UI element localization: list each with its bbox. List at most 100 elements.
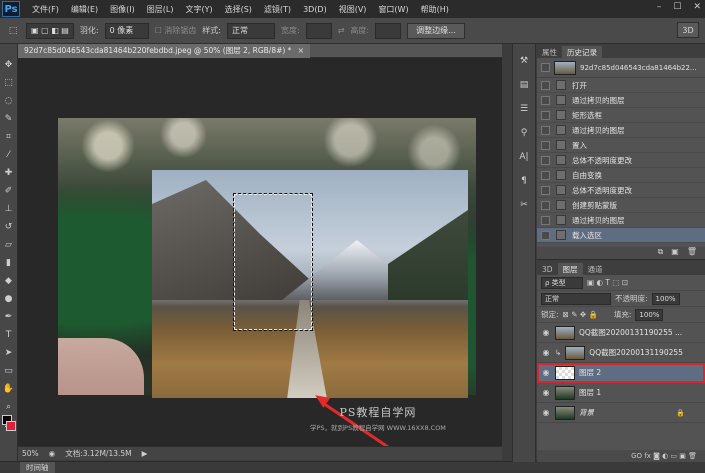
height-input[interactable]: [375, 22, 402, 39]
history-source-checkbox[interactable]: [541, 95, 550, 105]
canvas-area[interactable]: PS教程自学网 学PS，就到PS教程自学网 WWW.16XX8.COM: [18, 58, 502, 446]
maximize-button[interactable]: ☐: [673, 2, 681, 12]
fill-input[interactable]: 100%: [635, 308, 664, 321]
quick-select-tool-icon[interactable]: ✎: [2, 112, 16, 126]
new-document-from-state-icon[interactable]: ⧉: [658, 247, 664, 259]
timeline-tab[interactable]: 时间轴: [20, 462, 55, 473]
menu-edit[interactable]: 编辑(E): [65, 4, 104, 15]
menu-file[interactable]: 文件(F): [26, 4, 65, 15]
history-source-checkbox[interactable]: [541, 110, 550, 120]
history-step[interactable]: 矩形选框: [537, 108, 705, 123]
menu-window[interactable]: 窗口(W): [372, 4, 414, 15]
layer-row-selected[interactable]: ◉ 图层 2: [537, 363, 705, 383]
menu-type[interactable]: 文字(Y): [179, 4, 218, 15]
snapshot-source-checkbox[interactable]: [541, 63, 550, 72]
tab-3d[interactable]: 3D: [537, 263, 558, 275]
close-icon[interactable]: ×: [297, 46, 304, 55]
layer-row[interactable]: ◉ QQ截图20200131190255 ...: [537, 323, 705, 343]
path-select-tool-icon[interactable]: ➤: [2, 346, 16, 360]
tab-channels[interactable]: 通道: [583, 263, 608, 275]
tab-properties[interactable]: 属性: [537, 46, 562, 58]
healing-brush-tool-icon[interactable]: ✚: [2, 166, 16, 180]
history-step-active[interactable]: 载入选区: [537, 228, 705, 243]
swap-icon[interactable]: ⇄: [338, 26, 345, 35]
history-step[interactable]: 创建剪贴蒙版: [537, 198, 705, 213]
history-source-checkbox[interactable]: [541, 140, 550, 150]
lock-icons[interactable]: ⊠ ✎ ✥ 🔒: [563, 310, 598, 319]
blend-mode-select[interactable]: 正常: [541, 292, 611, 305]
history-step[interactable]: 通过拷贝的图层: [537, 123, 705, 138]
history-step[interactable]: 通过拷贝的图层: [537, 213, 705, 228]
tab-layers[interactable]: 图层: [557, 263, 583, 275]
crop-tool-icon[interactable]: ⌗: [2, 130, 16, 144]
background-color-swatch[interactable]: [6, 421, 16, 431]
layer-comps-icon[interactable]: ☰: [516, 102, 532, 116]
visibility-eye-icon[interactable]: ◉: [541, 328, 551, 337]
menu-view[interactable]: 视图(V): [333, 4, 373, 15]
antialias-checkbox[interactable]: ☐ 消除锯齿: [155, 25, 197, 36]
document-tab[interactable]: 92d7c85d046543cda81464b220febdbd.jpeg @ …: [18, 43, 311, 58]
style-select[interactable]: 正常: [227, 22, 275, 39]
menu-filter[interactable]: 滤镜(T): [258, 4, 297, 15]
eraser-tool-icon[interactable]: ▱: [2, 238, 16, 252]
gradient-tool-icon[interactable]: ▮: [2, 256, 16, 270]
blur-tool-icon[interactable]: ◆: [2, 274, 16, 288]
brushes-icon[interactable]: ⚲: [516, 126, 532, 140]
history-step[interactable]: 置入: [537, 138, 705, 153]
clone-stamp-tool-icon[interactable]: ⊥: [2, 202, 16, 216]
selection-mode-icon[interactable]: ▣ ▢ ◧ ▤: [26, 22, 74, 39]
history-source-checkbox[interactable]: [541, 215, 550, 225]
feather-input[interactable]: 0 像素: [104, 22, 149, 39]
refine-edge-button[interactable]: 调整边缘...: [407, 22, 465, 39]
move-tool-icon[interactable]: ✥: [2, 58, 16, 72]
menu-help[interactable]: 帮助(H): [415, 4, 455, 15]
paragraph-icon[interactable]: ¶: [516, 174, 532, 188]
history-step[interactable]: 总体不透明度更改: [537, 183, 705, 198]
history-icon[interactable]: ▤: [516, 78, 532, 92]
dodge-tool-icon[interactable]: ●: [2, 292, 16, 306]
tools-icon[interactable]: ✂: [516, 198, 532, 212]
hand-tool-icon[interactable]: ✋: [2, 382, 16, 396]
marquee-tool-icon[interactable]: ⬚: [2, 76, 16, 90]
history-source-checkbox[interactable]: [541, 80, 550, 90]
minimize-button[interactable]: –: [657, 2, 662, 12]
zoom-tool-icon[interactable]: ⌕: [2, 400, 16, 414]
shape-tool-icon[interactable]: ▭: [2, 364, 16, 378]
marquee-tool-preset-icon[interactable]: ⬚: [6, 24, 20, 38]
menu-3d[interactable]: 3D(D): [297, 5, 333, 14]
history-source-checkbox[interactable]: [541, 125, 550, 135]
selection-marquee[interactable]: [233, 193, 313, 331]
visibility-eye-icon[interactable]: ◉: [541, 368, 551, 377]
history-step[interactable]: 通过拷贝的图层: [537, 93, 705, 108]
layer-row[interactable]: ◉ ↳ QQ截图20200131190255: [537, 343, 705, 363]
tool-presets-icon[interactable]: ⚒: [516, 54, 532, 68]
delete-state-icon[interactable]: 🗑: [687, 247, 697, 259]
pen-tool-icon[interactable]: ✒: [2, 310, 16, 324]
brush-tool-icon[interactable]: ✐: [2, 184, 16, 198]
history-brush-tool-icon[interactable]: ↺: [2, 220, 16, 234]
tab-history[interactable]: 历史记录: [562, 46, 602, 58]
visibility-eye-icon[interactable]: ◉: [541, 408, 551, 417]
menu-image[interactable]: 图像(I): [104, 4, 141, 15]
status-arrow-icon[interactable]: ▶: [142, 449, 148, 458]
history-snapshot[interactable]: 92d7c85d046543cda81464b22...: [537, 58, 705, 78]
status-icon[interactable]: ◉: [49, 449, 56, 458]
character-icon[interactable]: A|: [516, 150, 532, 164]
layer-filter-icons[interactable]: ▣ ◐ T ⬚ ⊡: [587, 278, 628, 287]
zoom-level[interactable]: 50%: [22, 449, 39, 458]
history-source-checkbox[interactable]: [541, 170, 550, 180]
history-step[interactable]: 自由变换: [537, 168, 705, 183]
layer-kind-select[interactable]: ρ 类型: [541, 276, 583, 289]
eyedropper-tool-icon[interactable]: ⁄: [2, 148, 16, 162]
layer-row[interactable]: ◉ 背景 🔒: [537, 403, 705, 423]
visibility-eye-icon[interactable]: ◉: [541, 348, 551, 357]
visibility-eye-icon[interactable]: ◉: [541, 388, 551, 397]
history-source-checkbox[interactable]: [541, 185, 550, 195]
lasso-tool-icon[interactable]: ◌: [2, 94, 16, 108]
history-source-checkbox[interactable]: [541, 230, 550, 240]
close-button[interactable]: ✕: [693, 2, 701, 12]
width-input[interactable]: [305, 22, 332, 39]
type-tool-icon[interactable]: T: [2, 328, 16, 342]
new-snapshot-icon[interactable]: ▣: [671, 247, 679, 259]
history-step[interactable]: 打开: [537, 78, 705, 93]
